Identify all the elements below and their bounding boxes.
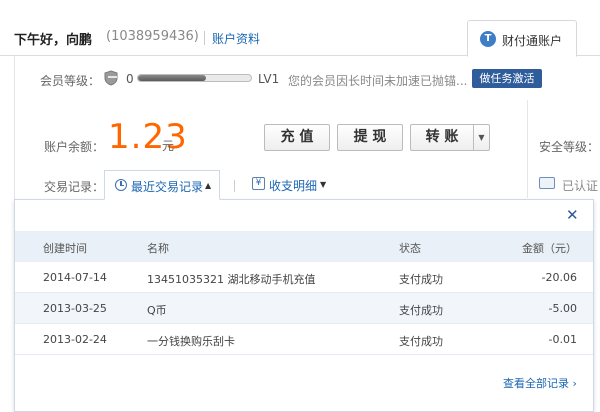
panel-divider — [527, 100, 528, 198]
row-time: 2013-03-25 — [43, 302, 107, 315]
row-status: 支付成功 — [399, 335, 443, 348]
table-row[interactable]: 2013-02-24 一分钱换购乐刮卡 支付成功 -0.01 — [15, 324, 593, 355]
table-header: 创建时间 名称 状态 金额（元） — [15, 231, 593, 262]
clock-icon — [115, 179, 127, 191]
level-description: 您的会员因长时间未加速已抛锚... — [288, 74, 468, 88]
row-name: 一分钱换购乐刮卡 — [147, 335, 235, 348]
transactions-divider — [234, 180, 235, 192]
row-time: 2014-07-14 — [43, 271, 107, 284]
row-amount: -20.06 — [541, 271, 577, 284]
tab-tenpay-account[interactable]: T 财付通账户 — [467, 20, 577, 57]
shield-icon — [104, 70, 118, 86]
row-time: 2013-02-24 — [43, 333, 107, 346]
row-name: 13451035321 湖北移动手机充值 — [147, 273, 316, 286]
table-row[interactable]: 2013-03-25 Q币 支付成功 -5.00 — [15, 293, 593, 324]
user-id: (1038959436) — [106, 29, 199, 44]
recharge-button[interactable]: 充 值 — [264, 124, 330, 151]
account-profile-link[interactable]: 账户资料 — [212, 30, 260, 47]
balance-unit: 元 — [162, 139, 175, 153]
column-header-name: 名称 — [147, 242, 169, 255]
close-icon[interactable]: ✕ — [566, 206, 579, 224]
caret-up-icon: ▲ — [205, 181, 212, 190]
level-min: 0 — [126, 72, 134, 86]
row-amount: -5.00 — [548, 302, 577, 315]
greeting-text: 下午好，向鹏 — [14, 33, 93, 48]
member-level-label: 会员等级： — [40, 74, 101, 88]
recent-transactions-panel: ✕ 创建时间 名称 状态 金额（元） 2014-07-14 1345103532… — [14, 199, 594, 412]
recent-transactions-label: 最近交易记录 — [131, 180, 204, 194]
level-max: LV1 — [258, 72, 280, 86]
level-progress-bar — [137, 74, 252, 82]
column-header-status: 状态 — [399, 242, 421, 255]
page-header: 下午好，向鹏 (1038959436) 账户资料 T 财付通账户 — [0, 0, 600, 57]
transactions-table: 创建时间 名称 状态 金额（元） 2014-07-14 13451035321 … — [15, 231, 593, 355]
security-level-label: 安全等级： — [539, 140, 600, 154]
tab-recent-transactions[interactable]: 最近交易记录 ▲ — [104, 170, 220, 200]
table-row[interactable]: 2014-07-14 13451035321 湖北移动手机充值 支付成功 -20… — [15, 262, 593, 293]
row-amount: -0.01 — [548, 333, 577, 346]
view-all-records-link[interactable]: 查看全部记录 › — [503, 375, 577, 391]
transfer-dropdown-button[interactable]: ▼ — [473, 124, 490, 151]
transactions-label: 交易记录： — [44, 180, 105, 194]
verified-label: 已认证 — [562, 179, 599, 193]
row-status: 支付成功 — [399, 273, 443, 286]
tenpay-logo-icon: T — [480, 31, 496, 47]
balance-value: 1.23 — [108, 117, 188, 157]
column-header-amount: 金额（元） — [522, 242, 577, 255]
column-header-time: 创建时间 — [43, 242, 87, 255]
yen-icon: ¥ — [252, 177, 265, 190]
id-card-icon — [539, 177, 555, 189]
panel-left-border — [14, 56, 15, 206]
tab-label: 财付通账户 — [502, 34, 563, 48]
caret-down-icon[interactable]: ▼ — [320, 180, 326, 189]
caret-down-icon: ▼ — [478, 133, 485, 142]
transfer-button[interactable]: 转 账 — [410, 124, 474, 151]
level-progress-fill — [138, 75, 206, 81]
do-task-activate-button[interactable]: 做任务激活 — [472, 69, 542, 88]
balance-label: 账户余额： — [44, 140, 105, 154]
tab-income-expense-detail[interactable]: 收支明细 — [269, 177, 317, 194]
header-divider — [204, 31, 205, 45]
row-name: Q币 — [147, 304, 167, 317]
withdraw-button[interactable]: 提 现 — [337, 124, 403, 151]
row-status: 支付成功 — [399, 304, 443, 317]
